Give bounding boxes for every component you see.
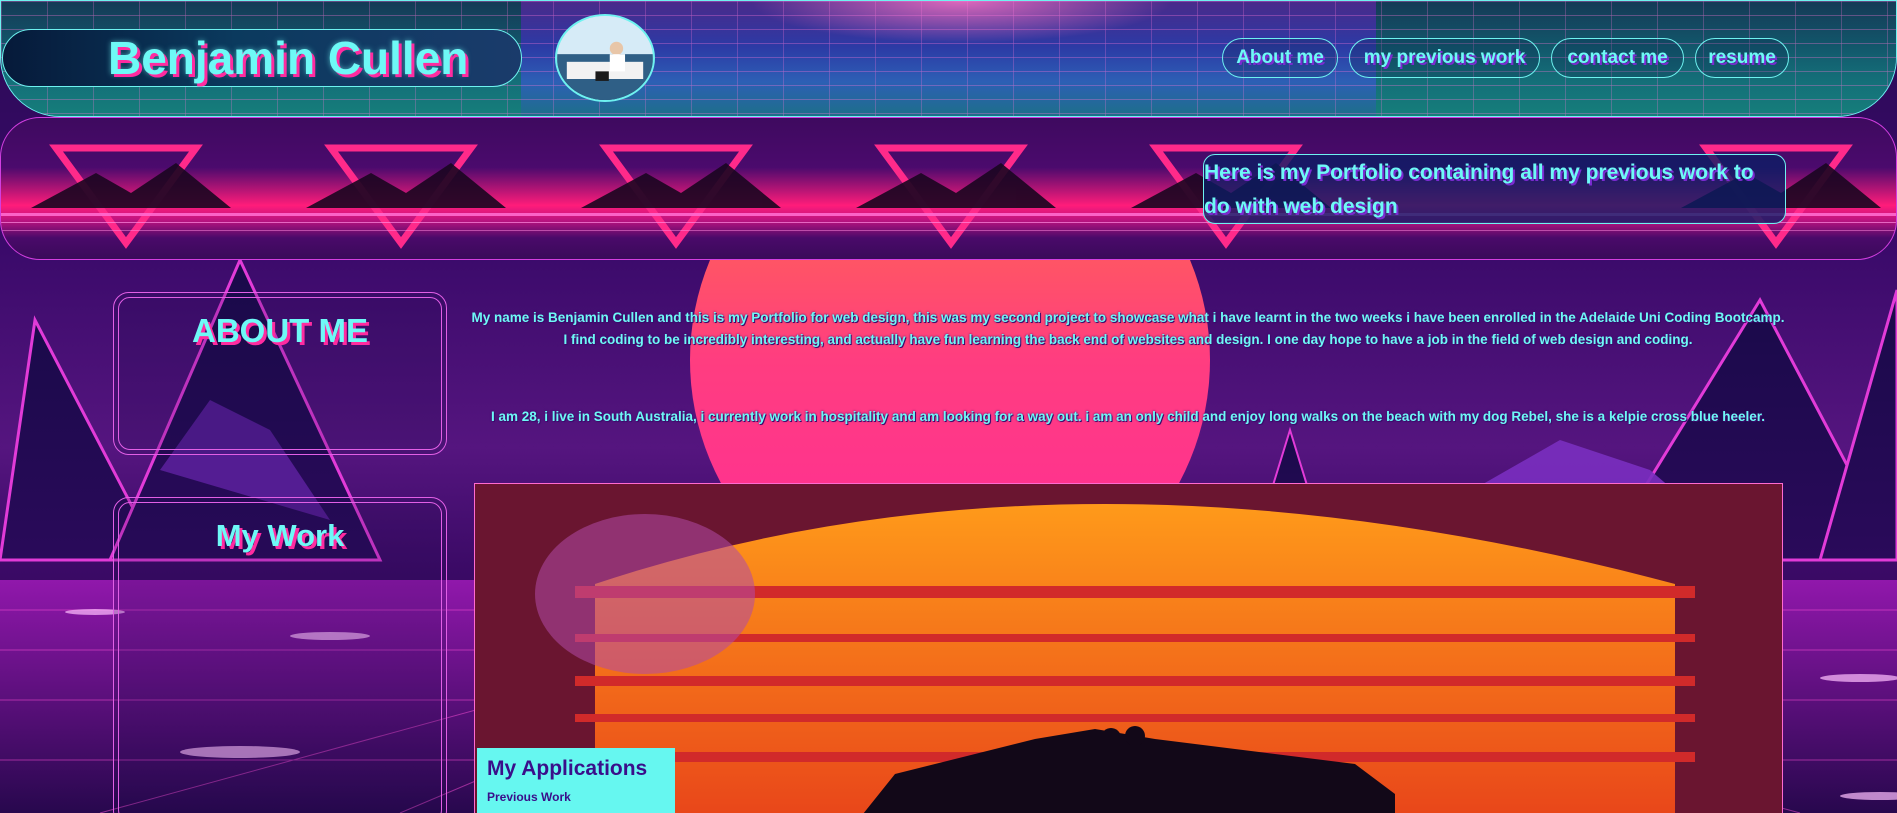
banner-grid-line [1, 230, 1896, 231]
avatar [555, 14, 655, 102]
banner-tagline: Here is my Portfolio containing all my p… [1204, 161, 1754, 218]
applications-card-title: My Applications [487, 757, 648, 780]
about-paragraph-2: I am 28, i live in South Australia, i cu… [490, 409, 1766, 424]
my-work-box: My Work [113, 497, 447, 813]
nav-resume[interactable]: resume [1695, 38, 1789, 78]
about-me-heading: ABOUT ME [192, 312, 368, 349]
my-work-heading: My Work [215, 518, 345, 553]
applications-card-subtitle: Previous Work [487, 790, 571, 804]
about-paragraph-1: My name is Benjamin Cullen and this is m… [471, 310, 1785, 347]
about-me-box: ABOUT ME [113, 292, 447, 455]
profile-photo-icon [557, 16, 653, 100]
nav-about-me[interactable]: About me [1222, 38, 1338, 78]
nav-contact-me[interactable]: contact me [1551, 38, 1684, 78]
nav-previous-work[interactable]: my previous work [1349, 38, 1540, 78]
site-title: Benjamin Cullen [108, 32, 469, 84]
